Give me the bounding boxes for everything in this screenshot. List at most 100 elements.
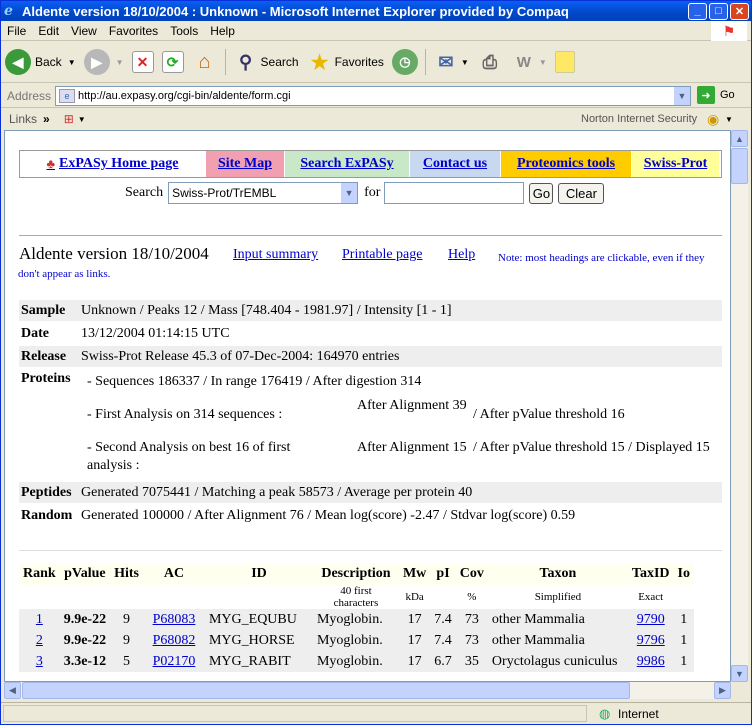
scroll-up-button[interactable]: ▲: [731, 130, 748, 147]
history-button[interactable]: ◷: [388, 45, 422, 79]
sample-key[interactable]: Sample: [19, 303, 81, 319]
mail-dropdown-icon[interactable]: ▼: [461, 58, 469, 67]
rank-link[interactable]: 1: [19, 609, 60, 630]
edit-dropdown-icon[interactable]: ▼: [539, 58, 547, 67]
table-row: 1 9.9e-22 9 P68083 MYG_EQUBU Myoglobin. …: [19, 609, 694, 630]
col-id[interactable]: ID: [205, 563, 313, 585]
norton-menu-icon[interactable]: ▼: [725, 115, 733, 124]
address-dropdown-icon[interactable]: ▼: [674, 87, 690, 105]
menu-edit[interactable]: Edit: [32, 24, 65, 38]
col-pvalue[interactable]: pValue: [60, 563, 110, 585]
io-cell: 1: [680, 653, 688, 669]
random-key[interactable]: Random: [19, 508, 81, 524]
history-icon: ◷: [391, 49, 418, 75]
browser-window: e Aldente version 18/10/2004 : Unknown -…: [0, 0, 752, 725]
favorites-button[interactable]: ★ Favorites: [303, 45, 388, 79]
table-row: 2 9.9e-22 9 P68082 MYG_HORSE Myoglobin. …: [19, 630, 694, 651]
norton-icon[interactable]: ⊞: [64, 112, 74, 126]
norton-security-label[interactable]: Norton Internet Security: [581, 113, 697, 125]
horizontal-scroll-thumb[interactable]: [22, 682, 630, 699]
address-input[interactable]: e http://au.expasy.org/cgi-bin/aldente/f…: [55, 86, 691, 106]
menu-favorites[interactable]: Favorites: [103, 24, 164, 38]
status-text-pane: [3, 705, 587, 722]
search-go-button[interactable]: Go: [529, 182, 554, 204]
col-ac[interactable]: AC: [143, 563, 205, 585]
col-taxid[interactable]: TaxID: [628, 563, 674, 585]
minimize-button[interactable]: _: [688, 2, 707, 20]
forward-button[interactable]: ▶ ▼: [80, 45, 128, 79]
scroll-right-button[interactable]: ▶: [714, 682, 731, 699]
database-select[interactable]: Swiss-Prot/TrEMBL ▼: [168, 182, 359, 204]
nav-expasy-home[interactable]: ♣ ExPASy Home page: [20, 151, 205, 177]
menu-help[interactable]: Help: [204, 24, 241, 38]
col-io[interactable]: Io: [674, 563, 694, 585]
vertical-scrollbar[interactable]: ▲ ▼: [731, 130, 748, 682]
close-button[interactable]: ✕: [730, 2, 749, 20]
search-form-label: Search: [125, 185, 164, 200]
rank-link[interactable]: 3: [19, 651, 60, 672]
favorites-label: Favorites: [334, 55, 384, 69]
nav-site-map[interactable]: Site Map: [206, 151, 284, 177]
taxid-link[interactable]: 9986: [628, 651, 674, 672]
rank-link[interactable]: 2: [19, 630, 60, 651]
title-bar[interactable]: e Aldente version 18/10/2004 : Unknown -…: [1, 1, 751, 21]
peptides-key[interactable]: Peptides: [19, 485, 81, 501]
nav-search-expasy[interactable]: Search ExPASy: [285, 151, 409, 177]
sub-ac: [143, 585, 205, 609]
col-pi[interactable]: pI: [430, 563, 456, 585]
horizontal-scrollbar[interactable]: ◀ ▶: [4, 682, 731, 699]
go-button[interactable]: ➜ Go: [697, 86, 735, 104]
maximize-button[interactable]: □: [709, 2, 728, 20]
search-query-input[interactable]: [384, 182, 525, 204]
col-mw[interactable]: Mw: [399, 563, 430, 585]
home-button[interactable]: ⌂: [188, 45, 222, 79]
search-clear-button[interactable]: Clear: [558, 182, 605, 204]
stop-button[interactable]: ✕: [128, 45, 158, 79]
search-button[interactable]: ⚲ Search: [229, 45, 303, 79]
col-rank[interactable]: Rank: [19, 563, 60, 585]
proteins-key[interactable]: Proteins: [21, 371, 71, 387]
back-dropdown-icon[interactable]: ▼: [68, 58, 76, 67]
col-description[interactable]: Description: [313, 563, 399, 585]
col-cov[interactable]: Cov: [456, 563, 488, 585]
ac-link[interactable]: P02170: [143, 651, 205, 672]
taxid-link[interactable]: 9790: [628, 609, 674, 630]
norton-dropdown-icon[interactable]: ▼: [78, 115, 86, 124]
ac-link[interactable]: P68082: [143, 630, 205, 651]
release-key[interactable]: Release: [19, 349, 81, 365]
page-viewport[interactable]: ♣ ExPASy Home page Site Map Search ExPAS…: [4, 130, 731, 682]
edit-button[interactable]: W ▼: [507, 45, 551, 79]
forward-dropdown-icon[interactable]: ▼: [116, 58, 124, 67]
go-label: Go: [720, 89, 735, 101]
notes-button[interactable]: [551, 45, 579, 79]
menu-tools[interactable]: Tools: [164, 24, 204, 38]
scroll-down-button[interactable]: ▼: [731, 665, 748, 682]
cov-cell: 73: [464, 632, 479, 648]
links-chevron-icon[interactable]: »: [43, 112, 50, 126]
print-button[interactable]: ⎙: [473, 45, 507, 79]
nav-swiss-prot[interactable]: Swiss-Prot: [632, 151, 719, 177]
ac-link[interactable]: P68083: [143, 609, 205, 630]
mail-button[interactable]: ✉ ▼: [429, 45, 473, 79]
window-title: Aldente version 18/10/2004 : Unknown - M…: [22, 3, 569, 19]
col-taxon[interactable]: Taxon: [488, 563, 628, 585]
links-label[interactable]: Links: [1, 112, 37, 126]
status-bar: ◍ Internet: [1, 702, 751, 724]
taxid-link[interactable]: 9796: [628, 630, 674, 651]
sub-mw: kDa: [405, 591, 424, 603]
nav-contact-us[interactable]: Contact us: [410, 151, 500, 177]
cov-cell: 73: [464, 611, 479, 627]
nav-proteomics-tools[interactable]: Proteomics tools: [501, 151, 631, 177]
vertical-scroll-thumb[interactable]: [731, 148, 748, 184]
database-dropdown-icon[interactable]: ▼: [341, 183, 358, 203]
date-key[interactable]: Date: [19, 326, 81, 342]
mail-icon: ✉: [438, 51, 454, 72]
refresh-button[interactable]: ⟳: [158, 45, 188, 79]
back-button[interactable]: ◀ Back ▼: [1, 45, 80, 79]
col-hits[interactable]: Hits: [110, 563, 143, 585]
description-cell: Myoglobin.: [316, 632, 383, 648]
menu-view[interactable]: View: [65, 24, 103, 38]
menu-file[interactable]: File: [1, 24, 32, 38]
norton-logo-icon[interactable]: ◉: [707, 111, 719, 128]
scroll-left-button[interactable]: ◀: [4, 682, 21, 699]
